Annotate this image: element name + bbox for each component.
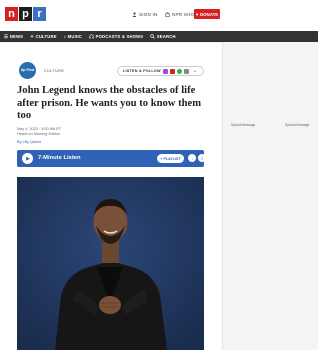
spotify-icon [176,68,182,74]
menu-icon: ☰ [4,33,9,39]
download-button[interactable]: ↓ [188,154,196,162]
nav-item-search[interactable]: SEARCH [150,34,175,39]
playlist-label: PLAYLIST [163,156,181,161]
article-title: John Legend knows the obstacles of life … [17,85,202,122]
nav-item-music[interactable]: ♪ MUSIC [64,34,82,39]
add-to-playlist-button[interactable]: + PLAYLIST [157,154,184,163]
nav-label-music: MUSIC [67,34,83,39]
up-first-badge-label: Up First [20,67,35,72]
shopping-bag-icon [165,12,170,17]
main-nav: ☰ NEWS ✧ CULTURE ♪ MUSIC PODCASTS & SHOW… [0,31,318,42]
publish-date: May 4, 2023 · 5:00 AM ET [17,127,62,131]
sidebar-ad-column: Special Message Special Message [222,42,318,350]
user-icon [132,12,137,17]
donate-label: DONATE [199,11,219,17]
nav-item-culture[interactable]: ✧ CULTURE [30,34,57,40]
ad-label-right: Special Message [285,123,310,127]
photo-portrait-illustration [17,177,204,350]
npr-app-icon [169,68,175,74]
category-label[interactable]: CULTURE [44,69,64,73]
heard-on: Heard on Morning Edition [17,132,61,136]
npr-shop-link[interactable]: NPR SHOP [165,12,198,17]
donate-button[interactable]: ♥ DONATE [194,9,220,19]
headphones-icon [89,34,94,39]
culture-icon: ✧ [30,33,35,39]
nav-item-podcasts[interactable]: PODCASTS & SHOWS [89,34,143,39]
article-photo [17,177,204,350]
search-icon [150,34,156,39]
logo-letter-n: n [5,7,18,21]
heart-icon: ♥ [195,11,199,17]
nav-label-search: SEARCH [156,34,176,39]
up-first-badge[interactable]: Up First [19,62,36,79]
listen-follow-dropdown[interactable]: LISTEN & FOLLOW ⌄ [117,66,204,76]
play-icon: ▶ [26,155,30,162]
download-icon: ↓ [191,155,193,161]
sign-in-label: SIGN IN [139,12,158,17]
apple-podcasts-icon [162,68,168,74]
site-header: n p r SIGN IN NPR SHOP ♥ DONATE [0,0,318,30]
listen-follow-label: LISTEN & FOLLOW [123,69,161,73]
nav-label-podcasts: PODCASTS & SHOWS [95,34,144,39]
byline[interactable]: By Lilly Quiroz [17,140,41,144]
content-divider [0,42,222,43]
ad-label-left: Special Message [231,123,256,127]
nav-item-news[interactable]: ☰ NEWS [4,34,23,40]
npr-logo[interactable]: n p r [5,7,46,21]
play-button[interactable]: ▶ [22,153,33,164]
nav-label-news: NEWS [9,34,24,39]
audio-player: ▶ 7-Minute Listen + PLAYLIST ↓ ≡ [17,150,206,167]
nav-label-culture: CULTURE [35,34,57,39]
chevron-down-icon: ⌄ [192,68,198,74]
music-note-icon: ♪ [63,34,67,39]
plus-icon: + [160,156,163,161]
transcript-button[interactable]: ≡ [198,154,206,162]
listen-duration: 7-Minute Listen [38,155,81,161]
rss-icon [183,68,189,74]
sign-in-link[interactable]: SIGN IN [132,12,158,17]
logo-letter-r: r [33,7,46,21]
transcript-icon: ≡ [200,155,204,161]
logo-letter-p: p [19,7,32,21]
